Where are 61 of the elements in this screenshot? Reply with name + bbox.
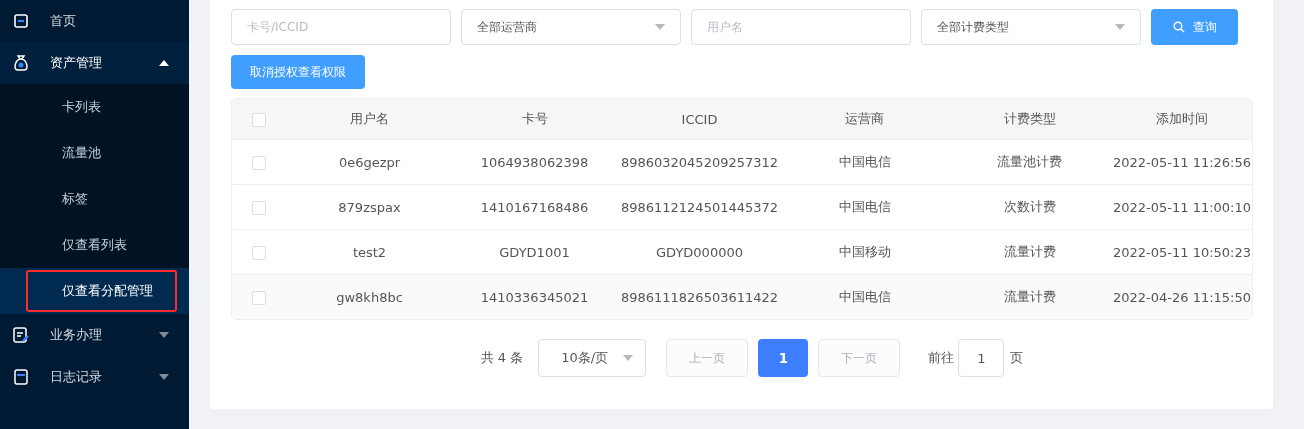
select-field[interactable]: 全部计费类型 bbox=[921, 9, 1141, 45]
table-cell: 8986032045209257312 bbox=[620, 154, 779, 170]
document-icon bbox=[12, 368, 30, 386]
table-cell: 中国电信 bbox=[838, 154, 891, 169]
table-cell: 1410167168486 bbox=[480, 199, 589, 215]
checkbox[interactable] bbox=[252, 112, 266, 127]
table-cell: 中国移动 bbox=[838, 244, 891, 259]
caret-icon bbox=[623, 355, 634, 361]
menu-group[interactable]: 首页 bbox=[0, 0, 189, 42]
input-field[interactable]: 卡号/ICCID bbox=[231, 9, 451, 45]
menu-item[interactable]: 流量池 bbox=[0, 130, 189, 176]
checkbox[interactable] bbox=[252, 245, 266, 260]
table-cell: test2 bbox=[352, 244, 387, 260]
page-suffix: 页 bbox=[1010, 349, 1024, 367]
table-cell: 中国电信 bbox=[838, 199, 891, 214]
search-icon bbox=[1172, 21, 1185, 33]
page-input-field[interactable]: 1 bbox=[958, 339, 1005, 377]
table-cell: gw8kh8bc bbox=[336, 289, 403, 305]
column-header: 计费类型 bbox=[1003, 111, 1056, 126]
menu-group[interactable]: 日志记录 bbox=[0, 356, 189, 398]
menu-item[interactable]: 仅查看分配管理 bbox=[0, 268, 189, 314]
table-cell: 流量池计费 bbox=[997, 154, 1062, 169]
document-pen-icon bbox=[12, 326, 30, 344]
table-cell: GDYD000000 bbox=[656, 244, 743, 260]
menu-group[interactable]: 资产管理 bbox=[0, 42, 189, 84]
caret-icon bbox=[1115, 24, 1125, 30]
menu-group[interactable]: 业务办理 bbox=[0, 314, 189, 356]
table-cell: 2022-05-11 10:50:23 bbox=[1112, 244, 1252, 260]
table-cell: 1064938062398 bbox=[480, 154, 589, 170]
select-field[interactable]: 全部运营商 bbox=[461, 9, 681, 45]
checkbox[interactable] bbox=[252, 290, 266, 305]
table-cell: 1410336345021 bbox=[480, 289, 589, 305]
table-cell: 2022-04-26 11:15:50 bbox=[1112, 289, 1252, 305]
column-header: 添加时间 bbox=[1156, 111, 1208, 126]
table-cell: 2022-05-11 11:26:56 bbox=[1112, 154, 1252, 170]
column-header: 卡号 bbox=[521, 111, 548, 126]
table-cell: 流量计费 bbox=[1003, 244, 1056, 259]
checkbox[interactable] bbox=[252, 200, 266, 215]
table-cell: 0e6gezpr bbox=[338, 154, 401, 170]
table-cell: 879zspax bbox=[338, 199, 401, 215]
table-cell: 流量计费 bbox=[1003, 289, 1056, 304]
column-header: ICCID bbox=[681, 111, 718, 127]
table-cell: 中国电信 bbox=[838, 289, 891, 304]
table-cell: GDYD1001 bbox=[499, 244, 570, 260]
caret-icon bbox=[655, 24, 665, 30]
column-header: 运营商 bbox=[845, 111, 884, 126]
input-field[interactable]: 用户名 bbox=[691, 9, 911, 45]
menu-item[interactable]: 标签 bbox=[0, 176, 189, 222]
table-cell: 次数计费 bbox=[1003, 199, 1056, 214]
checkbox[interactable] bbox=[252, 155, 266, 170]
table-cell: 2022-05-11 11:00:10 bbox=[1112, 199, 1252, 215]
table-cell: 8986111826503611422 bbox=[620, 289, 779, 305]
table-cell: 8986112124501445372 bbox=[620, 199, 779, 215]
money-bag-icon bbox=[12, 54, 30, 72]
column-header: 用户名 bbox=[350, 111, 389, 126]
menu-item[interactable]: 卡列表 bbox=[0, 84, 189, 130]
page-size-select[interactable]: 10条/页 bbox=[538, 339, 647, 377]
menu-item[interactable]: 仅查看列表 bbox=[0, 222, 189, 268]
total-count: 共 4 条 bbox=[480, 349, 524, 367]
page-number-button[interactable]: 1 bbox=[758, 339, 809, 377]
goto-label: 前往 bbox=[928, 349, 955, 367]
